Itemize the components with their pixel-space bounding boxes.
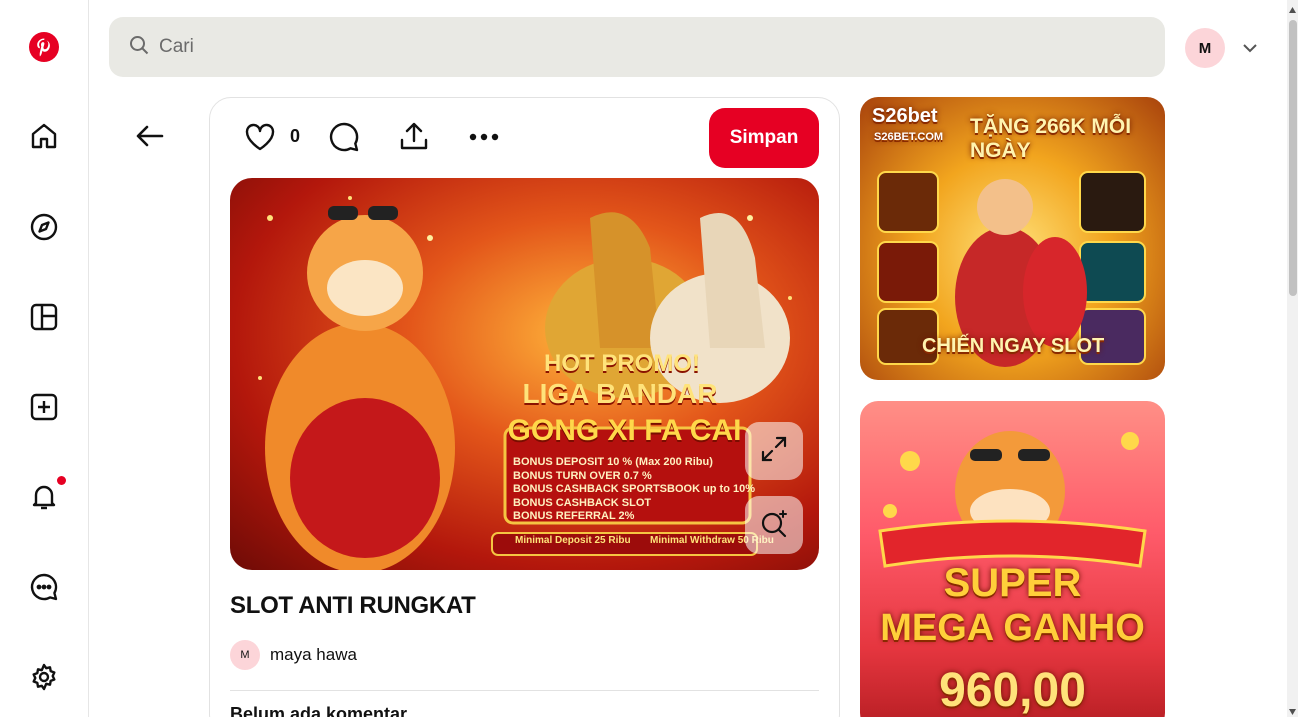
scrollbar-thumb[interactable] (1289, 20, 1297, 296)
related-line1: SUPER (943, 561, 1082, 605)
comments-heading: Belum ada komentar (230, 704, 408, 717)
left-rail (0, 0, 89, 717)
expand-icon (759, 434, 789, 469)
author-name[interactable]: maya hawa (270, 645, 357, 665)
layout-icon[interactable] (22, 295, 66, 339)
pin-title: SLOT ANTI RUNGKAT (230, 592, 476, 619)
related-amount: 960,00 (939, 664, 1086, 717)
arrow-left-icon (134, 120, 166, 157)
visual-search-button[interactable] (745, 496, 803, 554)
heart-icon[interactable] (240, 117, 280, 157)
scroll-down-arrow[interactable] (1288, 704, 1297, 715)
expand-button[interactable] (745, 422, 803, 480)
related-domain: S26BET.COM (874, 131, 944, 143)
image-bullet: BONUS REFERRAL 2% (513, 510, 635, 522)
author-avatar[interactable]: M (230, 640, 260, 670)
save-button[interactable]: Simpan (709, 108, 819, 168)
image-footer-deposit: Minimal Deposit 25 Ribu (515, 535, 631, 546)
notification-dot (57, 476, 66, 485)
search-icon (129, 35, 149, 60)
avatar[interactable]: M (1185, 28, 1225, 68)
chat-icon[interactable] (22, 565, 66, 609)
image-bullet: BONUS TURN OVER 0.7 % (513, 469, 652, 482)
scroll-up-arrow[interactable] (1288, 2, 1297, 13)
chevron-down-icon[interactable] (1238, 36, 1262, 60)
more-icon[interactable] (464, 117, 504, 157)
divider (230, 690, 819, 691)
like-count: 0 (290, 126, 301, 146)
pinterest-logo[interactable] (22, 25, 66, 69)
visual-search-icon (759, 508, 789, 543)
search-bar[interactable]: Cari (109, 17, 1165, 77)
comment-icon[interactable] (324, 117, 364, 157)
search-placeholder[interactable]: Cari (159, 36, 194, 58)
plus-icon[interactable] (22, 385, 66, 429)
image-bullets: BONUS DEPOSIT 10 % (Max 200 Ribu) BONUS … (513, 456, 755, 524)
related-brand: S26bet (872, 105, 938, 127)
image-headline-2: LIGA BANDAR (522, 378, 718, 409)
image-bullet: BONUS CASHBACK SLOT (513, 496, 652, 509)
image-bullet: BONUS CASHBACK SPORTSBOOK up to 10% (513, 483, 756, 495)
back-button[interactable] (128, 116, 172, 160)
image-bullet: BONUS DEPOSIT 10 % (Max 200 Ribu) (513, 456, 713, 468)
related-headline: TẶNG 266K MỖI NGÀY (970, 115, 1132, 162)
related-line2: MEGA GANHO (880, 607, 1145, 649)
image-headline-1: HOT PROMO! (544, 350, 700, 377)
related-pin[interactable]: S26bet S26BET.COM TẶNG 266K MỖI NGÀY CHI… (860, 97, 1165, 380)
image-headline-3: GONG XI FA CAI (507, 414, 742, 447)
compass-icon[interactable] (22, 205, 66, 249)
home-icon[interactable] (22, 114, 66, 158)
gear-icon[interactable] (22, 655, 66, 699)
share-icon[interactable] (394, 117, 434, 157)
related-footer: CHIẾN NGAY SLOT (922, 335, 1105, 357)
related-pin[interactable]: SUPER MEGA GANHO 960,00 (860, 401, 1165, 717)
pin-image[interactable]: HOT PROMO! LIGA BANDAR GONG XI FA CAI BO… (230, 178, 819, 570)
